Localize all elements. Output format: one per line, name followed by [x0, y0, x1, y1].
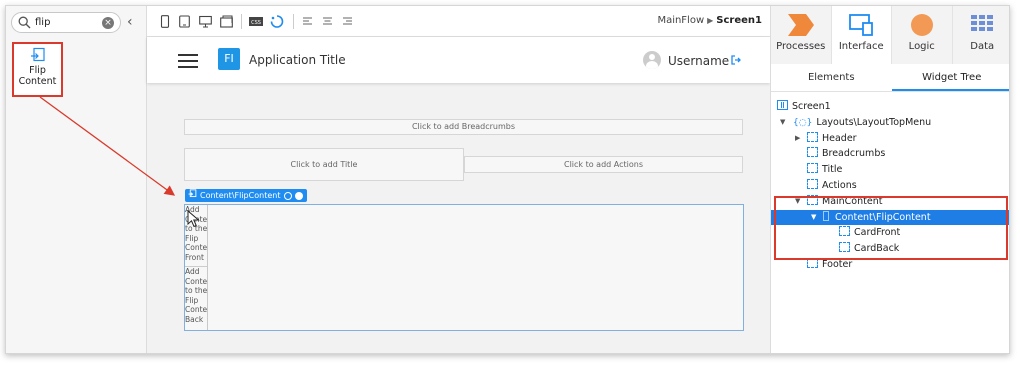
tree-item-layout[interactable]: ▼ {◌} Layouts\LayoutTopMenu — [771, 115, 1009, 131]
align-right-icon[interactable] — [342, 15, 354, 28]
tab-elements[interactable]: Elements — [771, 64, 892, 91]
tree-item-label: Footer — [822, 258, 853, 270]
tree-item-actions[interactable]: Actions — [771, 178, 1009, 194]
widget-label-line1: Flip — [29, 65, 46, 76]
tree-item-label: Screen1 — [792, 101, 831, 112]
screen-icon — [777, 100, 788, 110]
align-left-icon[interactable] — [302, 15, 314, 28]
card-back-placeholder[interactable]: Add Content to the Flip Content Back — [185, 267, 208, 330]
selected-widget-name: Content\FlipContent — [200, 191, 281, 200]
placeholder-icon — [807, 147, 818, 158]
collapse-panel-icon[interactable]: ‹ — [127, 14, 133, 30]
username-label[interactable]: Username — [668, 54, 729, 68]
screen-name[interactable]: Screen1 — [716, 15, 762, 26]
tree-item-label: Header — [822, 132, 857, 144]
tab-label: Processes — [776, 41, 826, 52]
search-icon — [18, 16, 31, 29]
logout-icon[interactable] — [731, 55, 741, 65]
tree-item-breadcrumbs[interactable]: Breadcrumbs — [771, 146, 1009, 162]
tab-label: Data — [970, 41, 995, 52]
card-back-text: Add Content to the Flip Content Back — [185, 267, 208, 324]
tab-interface[interactable]: Interface — [831, 6, 892, 64]
avatar[interactable] — [643, 51, 661, 69]
right-panel: Processes Interface Logic Data Elements … — [770, 6, 1010, 353]
flip-content-icon — [188, 189, 197, 202]
widget-search-input[interactable] — [35, 17, 101, 28]
highlight-annotation-box — [774, 196, 1008, 260]
tree-item-label: Title — [822, 164, 843, 176]
sub-tabs: Elements Widget Tree — [771, 64, 1009, 92]
tree-item-label: Actions — [822, 179, 857, 191]
flow-name[interactable]: MainFlow — [657, 15, 704, 26]
processes-icon — [784, 12, 818, 38]
tab-data[interactable]: Data — [953, 6, 1010, 64]
tree-item-title[interactable]: Title — [771, 162, 1009, 178]
screen-canvas[interactable]: FI Application Title Username Click to a… — [147, 37, 770, 353]
tablet-icon[interactable] — [179, 15, 191, 28]
desktop-icon[interactable] — [199, 15, 212, 28]
app-logo: FI — [218, 48, 240, 70]
breadcrumbs-placeholder[interactable]: Click to add Breadcrumbs — [184, 119, 743, 135]
front-side-toggle-icon[interactable] — [284, 191, 293, 200]
tab-widget-tree[interactable]: Widget Tree — [891, 64, 1009, 91]
actions-placeholder[interactable]: Click to add Actions — [464, 156, 743, 173]
logic-icon — [905, 12, 939, 38]
app-header[interactable]: FI Application Title Username — [147, 37, 770, 83]
app-window: × ‹ Flip Content CSS — [5, 5, 1010, 354]
selected-widget-tag[interactable]: Content\FlipContent — [185, 189, 308, 202]
tab-processes[interactable]: Processes — [771, 6, 832, 64]
toolbar-separator — [293, 14, 294, 29]
flip-content-widget[interactable]: Flip Content — [12, 42, 63, 97]
screen-options-icon[interactable] — [220, 15, 233, 28]
placeholder-icon — [807, 131, 818, 142]
collapsed-arrow-icon[interactable]: ▶ — [795, 131, 800, 147]
align-center-icon[interactable] — [322, 15, 334, 28]
phone-portrait-icon[interactable] — [160, 15, 172, 28]
theme-icon[interactable] — [270, 15, 284, 28]
interface-icon — [844, 12, 878, 38]
clear-search-icon[interactable]: × — [102, 16, 114, 29]
data-icon — [965, 12, 999, 38]
title-placeholder[interactable]: Click to add Title — [184, 148, 464, 181]
widget-label-line2: Content — [18, 76, 57, 87]
placeholder-icon — [807, 163, 818, 174]
flip-content-container[interactable]: Add Content to the Flip Content Front Ad… — [184, 204, 744, 331]
hamburger-menu-icon[interactable] — [178, 54, 198, 68]
css-icon[interactable]: CSS — [249, 15, 263, 28]
tab-label: Interface — [838, 41, 884, 52]
widget-toolbox-panel: × ‹ Flip Content — [6, 6, 147, 353]
back-side-toggle-icon[interactable] — [295, 191, 304, 200]
layout-icon: {◌} — [793, 117, 813, 128]
app-title: Application Title — [249, 53, 346, 67]
canvas-toolbar: CSS MainFlow ▶ Screen1 — [147, 6, 770, 37]
expanded-arrow-icon[interactable]: ▼ — [780, 115, 785, 131]
mouse-cursor-icon — [187, 209, 201, 228]
placeholder-icon — [807, 178, 818, 189]
tree-item-label: Breadcrumbs — [822, 148, 886, 160]
flip-content-icon — [14, 47, 61, 63]
chevron-right-icon: ▶ — [707, 16, 714, 25]
main-tabs: Processes Interface Logic Data — [771, 6, 1010, 64]
tree-item-header[interactable]: ▶ Header — [771, 131, 1009, 147]
widget-search-box[interactable]: × — [11, 12, 121, 33]
tree-item-label: Layouts\LayoutTopMenu — [816, 116, 932, 128]
tab-label: Logic — [908, 41, 935, 52]
toolbar-separator — [241, 14, 242, 29]
tree-item-screen[interactable]: Screen1 — [771, 99, 1009, 115]
tab-logic[interactable]: Logic — [892, 6, 953, 64]
svg-text:CSS: CSS — [251, 20, 261, 26]
breadcrumb: MainFlow ▶ Screen1 — [657, 15, 762, 26]
